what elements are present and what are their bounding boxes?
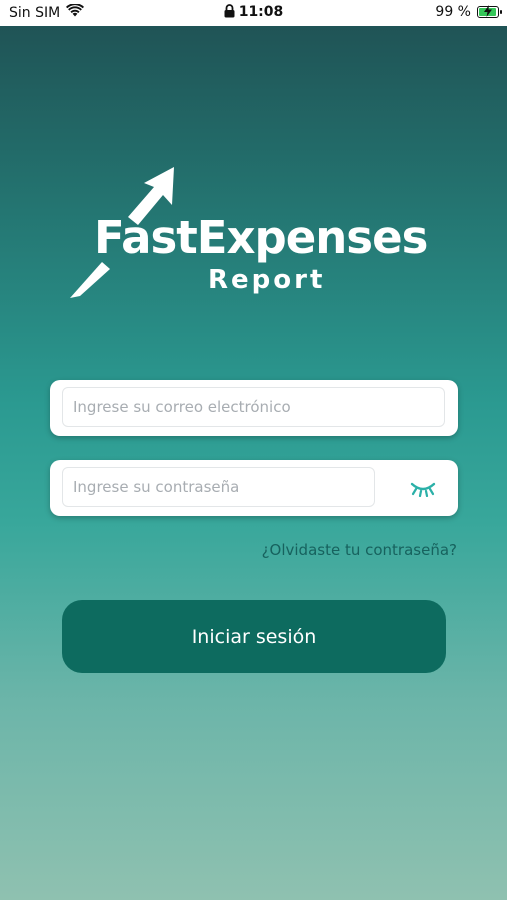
status-right: 99 % <box>435 4 502 21</box>
lock-icon <box>224 4 235 22</box>
app-logo: FastExpenses Report <box>66 165 436 305</box>
status-bar: Sin SIM 11:08 99 % <box>0 0 507 26</box>
email-field-card <box>50 380 458 436</box>
time-label: 11:08 <box>238 4 284 20</box>
logo-title: FastExpenses <box>94 211 428 264</box>
logo-subtitle: Report <box>208 265 326 295</box>
email-input[interactable] <box>62 387 445 427</box>
login-button[interactable]: Iniciar sesión <box>62 600 446 673</box>
password-input[interactable] <box>62 467 375 507</box>
eye-closed-icon[interactable] <box>408 475 438 501</box>
status-clock: 11:08 <box>0 4 507 22</box>
bolt-icon <box>483 5 493 21</box>
forgot-password-link[interactable]: ¿Olvidaste tu contraseña? <box>262 541 457 559</box>
password-field-card <box>50 460 458 516</box>
battery-percent: 99 % <box>435 4 471 20</box>
battery-charging-icon <box>477 5 502 21</box>
